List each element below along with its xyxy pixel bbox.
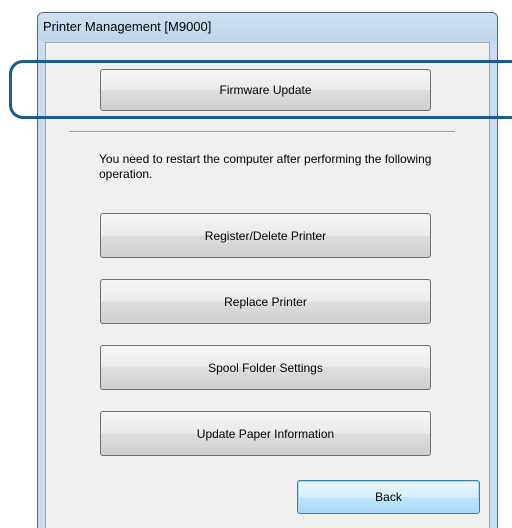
update-paper-information-button[interactable]: Update Paper Information xyxy=(100,411,431,456)
spool-folder-settings-button[interactable]: Spool Folder Settings xyxy=(100,345,431,390)
title-bar[interactable]: Printer Management [M9000] xyxy=(38,13,497,41)
screenshot-stage: Printer Management [M9000] Firmware Upda… xyxy=(0,0,512,528)
separator-line xyxy=(69,131,455,133)
replace-printer-button[interactable]: Replace Printer xyxy=(100,279,431,324)
highlight-callout-frame xyxy=(9,60,512,119)
window-title: Printer Management [M9000] xyxy=(43,19,212,34)
back-button[interactable]: Back xyxy=(297,480,480,514)
restart-notice-text: You need to restart the computer after p… xyxy=(99,152,432,181)
register-delete-printer-button[interactable]: Register/Delete Printer xyxy=(100,213,431,258)
